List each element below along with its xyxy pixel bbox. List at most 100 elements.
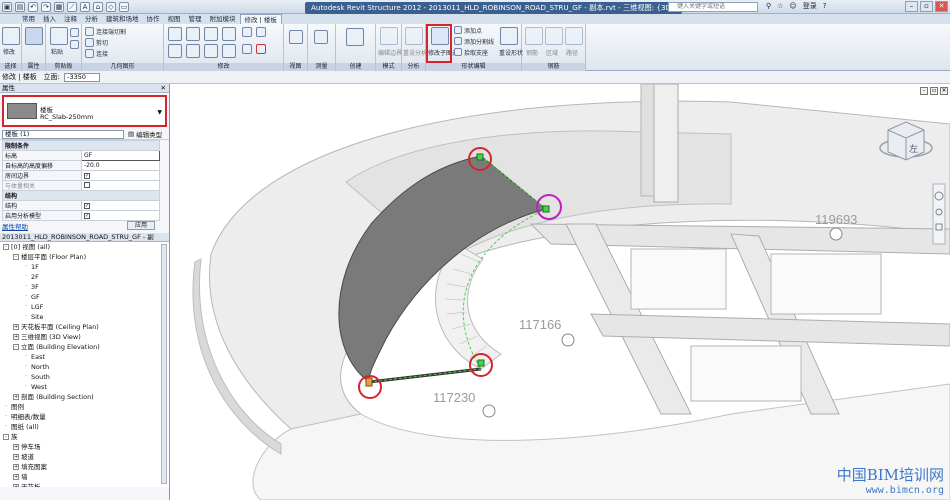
window-switch-icon[interactable]: ▭ <box>119 2 129 12</box>
text-icon[interactable]: A <box>80 2 90 12</box>
type-selector[interactable]: 楼板 RC_Slab-250mm ▼ <box>2 95 167 127</box>
tree-item[interactable]: · East <box>0 352 169 362</box>
close-button[interactable]: ✕ <box>935 1 948 12</box>
scale-icon[interactable] <box>242 44 252 54</box>
tab-home[interactable]: 常用 <box>18 14 39 24</box>
binoculars-icon[interactable]: ⚲ <box>766 2 771 10</box>
edit-type-button[interactable]: 编辑类型 <box>136 129 162 139</box>
edit-boundary-icon[interactable] <box>380 27 398 45</box>
add-split-line-label[interactable]: 添加分割线 <box>464 37 494 46</box>
tree-item[interactable]: - 立面 (Building Elevation) <box>0 342 169 352</box>
group-structural[interactable]: 结构 <box>2 190 160 201</box>
reset-shape-icon[interactable] <box>500 27 518 45</box>
tree-item[interactable]: + 剖面 (Building Section) <box>0 392 169 402</box>
shape-vertex-right[interactable] <box>542 205 550 213</box>
collapse-icon[interactable]: - <box>3 244 9 250</box>
rotate-icon[interactable] <box>204 44 218 58</box>
group-constraints[interactable]: 限制条件 <box>2 140 160 151</box>
shape-vertex-top[interactable] <box>476 153 484 161</box>
search-input[interactable]: 键入关键字或短语 <box>668 2 758 12</box>
expand-icon[interactable]: + <box>13 444 19 450</box>
mirror-draw-icon[interactable] <box>222 27 236 41</box>
room-bounding-checkbox[interactable]: ✓ <box>81 170 160 181</box>
dropdown-arrow-icon[interactable]: ▼ <box>157 109 162 116</box>
tab-addins[interactable]: 附加模块 <box>206 14 240 24</box>
3d-view-icon[interactable]: ⌂ <box>93 2 103 12</box>
tree-item[interactable]: · North <box>0 362 169 372</box>
close-icon[interactable]: ✕ <box>161 84 166 93</box>
tree-item[interactable]: · 图纸 (all) <box>0 422 169 432</box>
tab-annotate[interactable]: 注释 <box>60 14 81 24</box>
section-icon[interactable]: ◇ <box>106 2 116 12</box>
tree-item[interactable]: + 停车场 <box>0 442 169 452</box>
shape-vertex-lower-left[interactable] <box>365 377 373 387</box>
tree-item[interactable]: · GF <box>0 292 169 302</box>
navigation-bar[interactable] <box>932 183 946 245</box>
tab-insert[interactable]: 插入 <box>39 14 60 24</box>
tree-scrollbar[interactable] <box>161 244 167 484</box>
apply-button[interactable]: 应用 <box>127 221 155 230</box>
analytical-checkbox[interactable]: ✓ <box>81 210 160 221</box>
level-value-field[interactable]: GF <box>81 150 160 161</box>
tree-item[interactable]: · 明细表/数量 <box>0 412 169 422</box>
model-drawing[interactable]: 119693 117166 117230 左 <box>171 84 950 500</box>
cut-geometry-label[interactable]: 剪切 <box>96 38 108 47</box>
tree-item[interactable]: + 天花板 <box>0 482 169 487</box>
reset-shape-label[interactable]: 重设形状 <box>499 48 523 57</box>
tab-modify-floors[interactable]: 修改 | 楼板 <box>239 14 282 24</box>
structural-checkbox[interactable]: ✓ <box>81 200 160 211</box>
pick-supports-label[interactable]: 拾取支座 <box>464 48 488 57</box>
expand-icon[interactable]: + <box>13 474 19 480</box>
tree-item[interactable]: + 三维视图 (3D View) <box>0 332 169 342</box>
move-icon[interactable] <box>168 44 182 58</box>
save-icon[interactable]: ▤ <box>15 2 25 12</box>
tree-item[interactable]: · 2F <box>0 272 169 282</box>
collapse-icon[interactable]: - <box>13 344 19 350</box>
maximize-button[interactable]: ▫ <box>920 1 933 12</box>
viewport-close-icon[interactable]: ✕ <box>940 87 948 95</box>
add-point-label[interactable]: 添加点 <box>464 26 482 35</box>
minimize-button[interactable]: – <box>905 1 918 12</box>
print-icon[interactable]: ▦ <box>54 2 64 12</box>
tree-item[interactable]: + 填充图案 <box>0 462 169 472</box>
expand-icon[interactable]: + <box>13 464 19 470</box>
collapse-icon[interactable]: - <box>13 254 19 260</box>
help-icon[interactable]: ? <box>823 2 827 10</box>
tab-analyze[interactable]: 分析 <box>81 14 102 24</box>
tree-item[interactable]: · Site <box>0 312 169 322</box>
tab-view[interactable]: 视图 <box>164 14 185 24</box>
tree-item[interactable]: · 3F <box>0 282 169 292</box>
expand-icon[interactable]: + <box>13 484 19 487</box>
array-icon[interactable] <box>256 27 266 37</box>
cut-geometry-icon[interactable] <box>85 38 94 47</box>
copy-element-icon[interactable] <box>186 44 200 58</box>
tree-item[interactable]: - [0] 视图 (all) <box>0 242 169 252</box>
undo-icon[interactable]: ↶ <box>28 2 38 12</box>
properties-help-link[interactable]: 属性帮助 <box>2 223 28 231</box>
rebar-icon[interactable] <box>525 27 543 45</box>
path-rebar-icon[interactable] <box>565 27 583 45</box>
expand-icon[interactable]: + <box>13 324 19 330</box>
offset-icon[interactable] <box>186 27 200 41</box>
view-hide-icon[interactable] <box>289 30 303 44</box>
collapse-icon[interactable]: - <box>3 434 9 440</box>
mirror-icon[interactable] <box>204 27 218 41</box>
height-offset-field[interactable]: -20.0 <box>81 160 160 171</box>
tree-item[interactable]: · West <box>0 382 169 392</box>
star-icon[interactable]: ☆ <box>777 2 783 10</box>
tree-item[interactable]: -族 <box>0 432 169 442</box>
create-group-icon[interactable] <box>346 28 364 46</box>
tree-item[interactable]: - 楼层平面 (Floor Plan) <box>0 252 169 262</box>
split-icon[interactable] <box>242 27 252 37</box>
tree-item[interactable]: · 1F <box>0 262 169 272</box>
tree-item[interactable]: · 图例 <box>0 402 169 412</box>
redo-icon[interactable]: ↷ <box>41 2 51 12</box>
login-link[interactable]: 登录 <box>803 1 817 11</box>
modify-cursor-icon[interactable] <box>2 27 20 45</box>
tree-item[interactable]: · LGF <box>0 302 169 312</box>
user-icon[interactable]: ☺ <box>789 2 796 10</box>
cope-label[interactable]: 连接端切割 <box>96 27 126 36</box>
trim-icon[interactable] <box>222 44 236 58</box>
properties-icon[interactable] <box>25 27 43 45</box>
cut-icon[interactable] <box>70 40 79 49</box>
